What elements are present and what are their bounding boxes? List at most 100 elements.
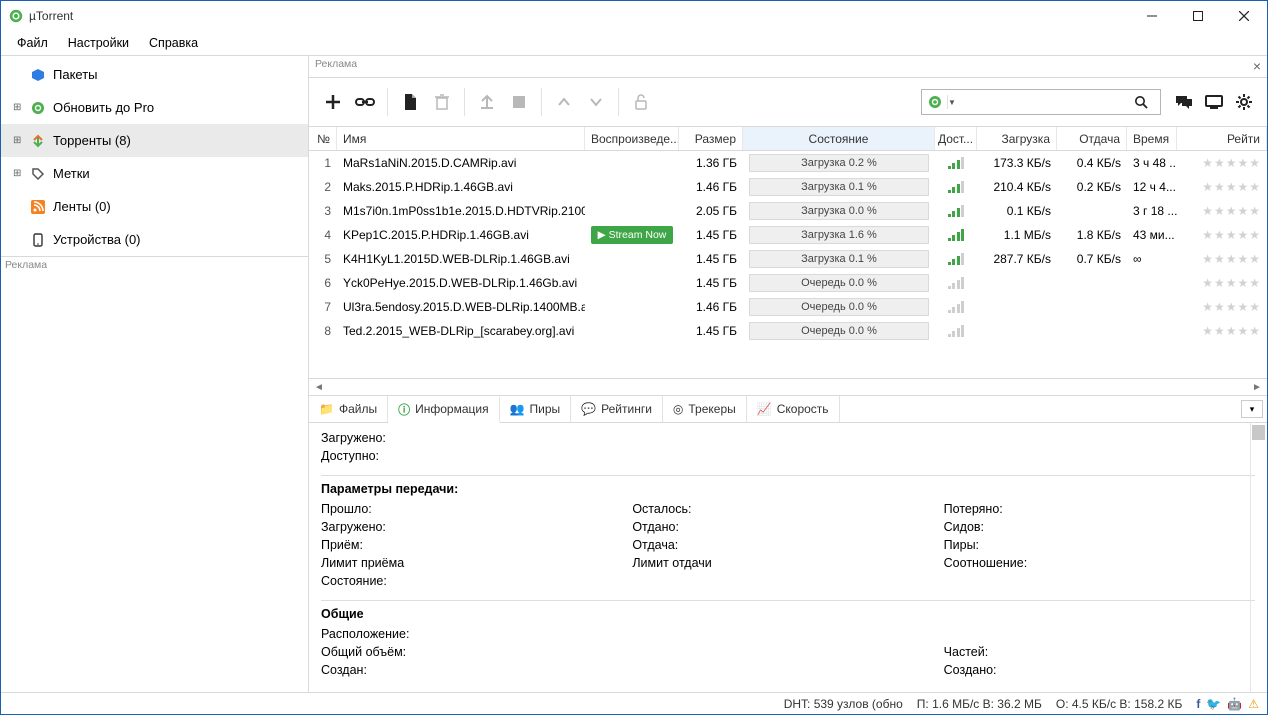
torrents-icon — [29, 134, 47, 148]
cell-avail — [935, 301, 977, 313]
cell-rating: ★★★★★ — [1177, 252, 1267, 266]
horizontal-scrollbar[interactable]: ◄ ► — [309, 378, 1267, 395]
sidebar-item-feeds[interactable]: Ленты (0) — [1, 190, 308, 223]
col-number[interactable]: № — [309, 127, 337, 150]
col-rating[interactable]: Рейти — [1177, 127, 1267, 150]
scroll-left-icon[interactable]: ◄ — [311, 382, 327, 393]
status-dht: DHT: 539 узлов (обно — [784, 697, 903, 711]
stream-now-button[interactable]: ▶ Stream Now — [591, 226, 673, 244]
ad-label: Реклама — [315, 58, 357, 70]
twitter-icon[interactable]: 🐦 — [1206, 697, 1221, 711]
cell-rating: ★★★★★ — [1177, 276, 1267, 290]
cell-up: 0.4 КБ/s — [1057, 156, 1127, 170]
cell-time: 43 ми... — [1127, 228, 1177, 242]
table-row[interactable]: 5K4H1KyL1.2015D.WEB-DLRip.1.46GB.avi1.45… — [309, 247, 1267, 271]
sidebar-item-upgrade[interactable]: ⊞ Обновить до Pro — [1, 91, 308, 124]
minimize-button[interactable] — [1129, 1, 1175, 31]
cell-status: Загрузка 1.6 % — [743, 226, 935, 244]
add-link-button[interactable] — [349, 86, 381, 118]
sidebar-item-packages[interactable]: Пакеты — [1, 58, 308, 91]
new-torrent-button[interactable] — [394, 86, 426, 118]
col-availability[interactable]: Дост... — [935, 127, 977, 150]
menu-bar: Файл Настройки Справка — [1, 31, 1267, 56]
delete-button[interactable] — [426, 86, 458, 118]
tree-expand-icon[interactable]: ⊞ — [13, 102, 25, 113]
cell-size: 1.45 ГБ — [679, 276, 743, 290]
search-icon[interactable] — [1134, 95, 1160, 109]
sidebar-item-labels[interactable]: ⊞ Метки — [1, 157, 308, 190]
unlock-bundle-button[interactable] — [625, 86, 657, 118]
move-up-button[interactable] — [548, 86, 580, 118]
maximize-button[interactable] — [1175, 1, 1221, 31]
cell-num: 5 — [309, 252, 337, 266]
peers-icon: 👥 — [510, 402, 525, 416]
table-row[interactable]: 6Yck0PeHye.2015.D.WEB-DLRip.1.46Gb.avi1.… — [309, 271, 1267, 295]
stop-button[interactable] — [503, 86, 535, 118]
app-icon — [9, 9, 23, 23]
table-row[interactable]: 8Ted.2.2015_WEB-DLRip_[scarabey.org].avi… — [309, 319, 1267, 343]
search-engine-icon[interactable] — [922, 95, 948, 109]
col-download[interactable]: Загрузка — [977, 127, 1057, 150]
tab-files[interactable]: 📁Файлы — [309, 396, 388, 422]
table-row[interactable]: 7Ul3ra.5endosy.2015.D.WEB-DLRip.1400MB.a… — [309, 295, 1267, 319]
col-size[interactable]: Размер — [679, 127, 743, 150]
android-icon[interactable]: 🤖 — [1227, 697, 1242, 711]
col-play[interactable]: Воспроизведе... — [585, 127, 679, 150]
ratings-icon: 💬 — [581, 402, 596, 416]
cell-avail — [935, 325, 977, 337]
move-down-button[interactable] — [580, 86, 612, 118]
settings-button[interactable] — [1229, 86, 1259, 118]
warning-icon[interactable]: ⚠ — [1248, 697, 1259, 711]
add-torrent-button[interactable] — [317, 86, 349, 118]
table-row[interactable]: 3M1s7i0n.1mP0ss1b1e.2015.D.HDTVRip.2100.… — [309, 199, 1267, 223]
signal-icon — [948, 157, 965, 169]
cell-size: 1.45 ГБ — [679, 228, 743, 242]
signal-icon — [948, 253, 965, 265]
search-input[interactable] — [960, 95, 1134, 109]
cell-down: 0.1 КБ/s — [977, 204, 1057, 218]
search-box[interactable]: ▼ — [921, 89, 1161, 115]
cell-down: 287.7 КБ/s — [977, 252, 1057, 266]
folder-icon: 📁 — [319, 402, 334, 416]
menu-help[interactable]: Справка — [139, 33, 208, 53]
tab-speed[interactable]: 📈Скорость — [747, 396, 840, 422]
scroll-right-icon[interactable]: ► — [1249, 382, 1265, 393]
column-headers: № Имя Воспроизведе... Размер Состояние Д… — [309, 127, 1267, 151]
info-dl-rate: Приём: — [321, 536, 632, 554]
close-ad-button[interactable]: × — [1253, 58, 1261, 74]
sidebar-item-torrents[interactable]: ⊞ Торренты (8) — [1, 124, 308, 157]
col-upload[interactable]: Отдача — [1057, 127, 1127, 150]
table-row[interactable]: 1MaRs1aNiN.2015.D.CAMRip.avi1.36 ГБЗагру… — [309, 151, 1267, 175]
remote-button[interactable] — [1199, 86, 1229, 118]
cell-up: 1.8 КБ/s — [1057, 228, 1127, 242]
tab-info[interactable]: ⓘИнформация — [388, 397, 500, 423]
tab-peers[interactable]: 👥Пиры — [500, 396, 572, 422]
col-status[interactable]: Состояние — [743, 127, 935, 150]
vertical-scrollbar[interactable] — [1250, 423, 1267, 692]
signal-icon — [948, 301, 965, 313]
cell-name: K4H1KyL1.2015D.WEB-DLRip.1.46GB.avi — [337, 252, 585, 266]
start-button[interactable] — [471, 86, 503, 118]
col-time[interactable]: Время — [1127, 127, 1177, 150]
tab-ratings[interactable]: 💬Рейтинги — [571, 396, 663, 422]
trackers-icon: ◎ — [673, 402, 683, 416]
cell-rating: ★★★★★ — [1177, 228, 1267, 242]
cell-avail — [935, 253, 977, 265]
signal-icon — [948, 205, 965, 217]
chat-button[interactable] — [1169, 86, 1199, 118]
menu-settings[interactable]: Настройки — [58, 33, 139, 53]
dropdown-caret-icon[interactable]: ▼ — [948, 98, 960, 107]
tab-trackers[interactable]: ◎Трекеры — [663, 396, 747, 422]
table-row[interactable]: 2Maks.2015.P.HDRip.1.46GB.avi1.46 ГБЗагр… — [309, 175, 1267, 199]
col-name[interactable]: Имя — [337, 127, 585, 150]
facebook-icon[interactable]: f — [1196, 697, 1200, 711]
close-button[interactable] — [1221, 1, 1267, 31]
tree-expand-icon[interactable]: ⊞ — [13, 168, 25, 179]
cell-name: Ul3ra.5endosy.2015.D.WEB-DLRip.1400MB.av… — [337, 300, 585, 314]
table-row[interactable]: 4KPep1C.2015.P.HDRip.1.46GB.avi▶ Stream … — [309, 223, 1267, 247]
tree-expand-icon[interactable]: ⊞ — [13, 135, 25, 146]
info-ratio: Соотношение: — [944, 554, 1255, 572]
menu-file[interactable]: Файл — [7, 33, 58, 53]
tabs-overflow-button[interactable]: ▾ — [1241, 400, 1263, 418]
sidebar-item-devices[interactable]: Устройства (0) — [1, 223, 308, 256]
